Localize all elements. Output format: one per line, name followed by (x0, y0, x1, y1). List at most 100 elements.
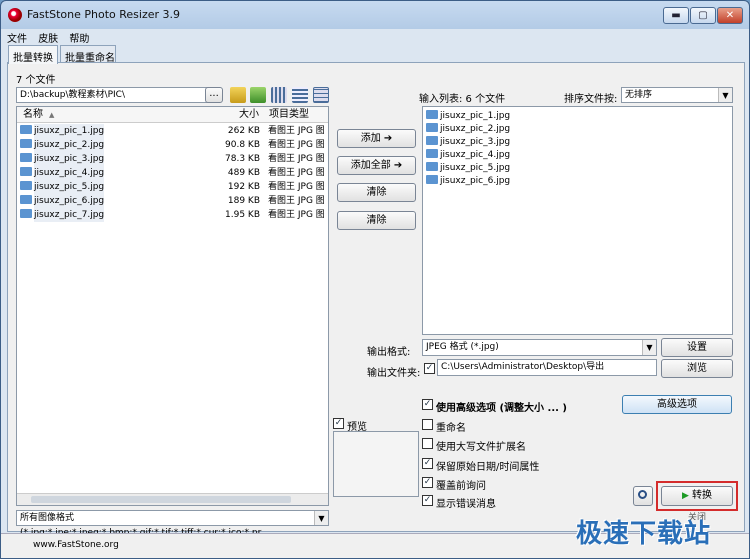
details-view-icon[interactable] (313, 87, 329, 103)
output-folder-input[interactable]: C:\Users\Administrator\Desktop\导出 (437, 359, 657, 376)
sort-value: 无排序 (625, 90, 653, 100)
convert-button[interactable]: ▶ 转换 (661, 486, 733, 506)
sort-select[interactable]: 无排序 ▼ (621, 87, 733, 103)
maximize-button[interactable]: ▢ (690, 7, 716, 24)
file-filter-select[interactable]: 所有图像格式 (*.jpg;*.jpe;*.jpeg;*.bmp;*.gif;*… (16, 510, 329, 538)
sort-label: 排序文件按: (564, 94, 618, 105)
thumbnail-view-icon[interactable] (271, 87, 287, 103)
website-link[interactable]: www.FastStone.org (33, 540, 119, 550)
file-name: jisuxz_pic_5.jpg (440, 163, 511, 173)
rename-label: 重命名 (436, 423, 466, 434)
file-type: 看图王 JPG 图 (268, 126, 325, 136)
table-row[interactable]: jisuxz_pic_2.jpg 90.8 KB 看图王 JPG 图 (17, 138, 328, 152)
list-item[interactable]: jisuxz_pic_5.jpg (423, 161, 732, 175)
watermark: 极速下载站 (576, 519, 712, 549)
jpg-file-icon (20, 125, 32, 134)
file-count: 7 个文件 (16, 75, 56, 86)
tab-batch-convert[interactable]: 批量转换 (8, 45, 58, 64)
jpg-file-icon (20, 167, 32, 176)
file-size: 90.8 KB (225, 140, 260, 150)
table-row[interactable]: jisuxz_pic_6.jpg 189 KB 看图王 JPG 图 (17, 194, 328, 208)
jpg-file-icon (20, 181, 32, 190)
scrollbar-thumb[interactable] (31, 496, 291, 503)
browse-folder-button[interactable]: 浏览 (661, 359, 733, 378)
advanced-options-button[interactable]: 高级选项 (622, 395, 732, 414)
app-icon (8, 8, 22, 22)
file-name: jisuxz_pic_6.jpg (440, 176, 511, 186)
magnifier-lens (638, 490, 647, 499)
list-item[interactable]: jisuxz_pic_1.jpg (423, 109, 732, 123)
menu-file[interactable]: 文件 (7, 30, 27, 45)
play-icon: ▶ (681, 491, 689, 501)
file-name: jisuxz_pic_4.jpg (34, 166, 105, 180)
minimize-button[interactable]: ▬ (663, 7, 689, 24)
output-format-select[interactable]: JPEG 格式 (*.jpg) ▼ (422, 339, 657, 356)
sort-arrow-icon: ▲ (49, 111, 55, 119)
settings-button[interactable]: 设置 (661, 338, 733, 357)
file-size: 262 KB (227, 126, 260, 136)
menu-skin[interactable]: 皮肤 (38, 30, 58, 45)
window-title: FastStone Photo Resizer 3.9 (27, 8, 180, 21)
column-size[interactable]: 大小 (239, 107, 259, 123)
file-type: 看图王 JPG 图 (268, 182, 325, 192)
tab-batch-rename[interactable]: 批量重命名 (60, 45, 116, 64)
preview-checkbox[interactable]: ✓ (333, 418, 344, 429)
file-size: 192 KB (227, 182, 260, 192)
table-row[interactable]: jisuxz_pic_4.jpg 489 KB 看图王 JPG 图 (17, 166, 328, 180)
main-panel: 7 个文件 D:\backup\教程素材\PIC\ ... 名称 ▲ 大小 项目… (7, 62, 745, 538)
menu-bar: 文件 皮肤 帮助 (7, 30, 97, 45)
column-name[interactable]: 名称 (23, 107, 43, 123)
list-view-icon[interactable] (292, 87, 308, 103)
table-row[interactable]: jisuxz_pic_1.jpg 262 KB 看图王 JPG 图 (17, 124, 328, 138)
path-input[interactable]: D:\backup\教程素材\PIC\ (16, 87, 210, 103)
close-button[interactable]: ✕ (717, 7, 743, 24)
file-name: jisuxz_pic_6.jpg (34, 194, 105, 208)
file-size: 489 KB (227, 168, 260, 178)
preview-magnifier-icon[interactable] (633, 486, 653, 506)
list-item[interactable]: jisuxz_pic_4.jpg (423, 148, 732, 162)
list-item[interactable]: jisuxz_pic_6.jpg (423, 174, 732, 188)
refresh-icon[interactable] (250, 87, 266, 103)
browse-path-button[interactable]: ... (205, 87, 223, 103)
menu-help[interactable]: 帮助 (69, 30, 89, 45)
list-item[interactable]: jisuxz_pic_3.jpg (423, 135, 732, 149)
file-size: 189 KB (227, 196, 260, 206)
jpg-file-icon (20, 153, 32, 162)
source-file-list[interactable]: 名称 ▲ 大小 项目类型 jisuxz_pic_1.jpg 262 KB 看图王 J… (16, 106, 329, 506)
remove-button[interactable]: 清除 (337, 183, 416, 202)
jpg-file-icon (426, 149, 438, 158)
input-file-list[interactable]: jisuxz_pic_1.jpg jisuxz_pic_2.jpg jisuxz… (422, 106, 733, 335)
file-name: jisuxz_pic_1.jpg (34, 124, 105, 138)
table-row[interactable]: jisuxz_pic_7.jpg 1.95 KB 看图王 JPG 图 (17, 208, 328, 222)
jpg-file-icon (426, 136, 438, 145)
column-type[interactable]: 项目类型 (269, 107, 309, 123)
table-row[interactable]: jisuxz_pic_3.jpg 78.3 KB 看图王 JPG 图 (17, 152, 328, 166)
input-list-label: 输入列表: 6 个文件 (419, 94, 506, 105)
list-item[interactable]: jisuxz_pic_2.jpg (423, 122, 732, 136)
add-all-button[interactable]: 添加全部 ➔ (337, 156, 416, 175)
keep-date-checkbox[interactable]: ✓ (422, 458, 433, 469)
file-size: 78.3 KB (225, 154, 260, 164)
add-button[interactable]: 添加 ➔ (337, 129, 416, 148)
rename-checkbox[interactable] (422, 419, 433, 430)
jpg-file-icon (426, 110, 438, 119)
clear-button[interactable]: 清除 (337, 211, 416, 230)
folder-up-icon[interactable] (230, 87, 246, 103)
uppercase-ext-checkbox[interactable] (422, 438, 433, 449)
convert-label: 转换 (692, 490, 713, 501)
file-type: 看图王 JPG 图 (268, 210, 325, 220)
file-size: 1.95 KB (225, 210, 260, 220)
file-type: 看图王 JPG 图 (268, 168, 325, 178)
show-errors-checkbox[interactable]: ✓ (422, 495, 433, 506)
file-name: jisuxz_pic_2.jpg (440, 124, 511, 134)
chevron-down-icon: ▼ (718, 88, 732, 102)
ask-overwrite-checkbox[interactable]: ✓ (422, 477, 433, 488)
output-folder-checkbox[interactable]: ✓ (424, 363, 435, 374)
file-name: jisuxz_pic_3.jpg (34, 152, 105, 166)
title-bar: FastStone Photo Resizer 3.9 ▬ ▢ ✕ (1, 1, 749, 29)
output-format-label: 输出格式: (367, 347, 411, 358)
advanced-options-checkbox[interactable]: ✓ (422, 399, 433, 410)
table-row[interactable]: jisuxz_pic_5.jpg 192 KB 看图王 JPG 图 (17, 180, 328, 194)
horizontal-scrollbar[interactable] (17, 493, 328, 505)
file-name: jisuxz_pic_7.jpg (34, 208, 105, 222)
